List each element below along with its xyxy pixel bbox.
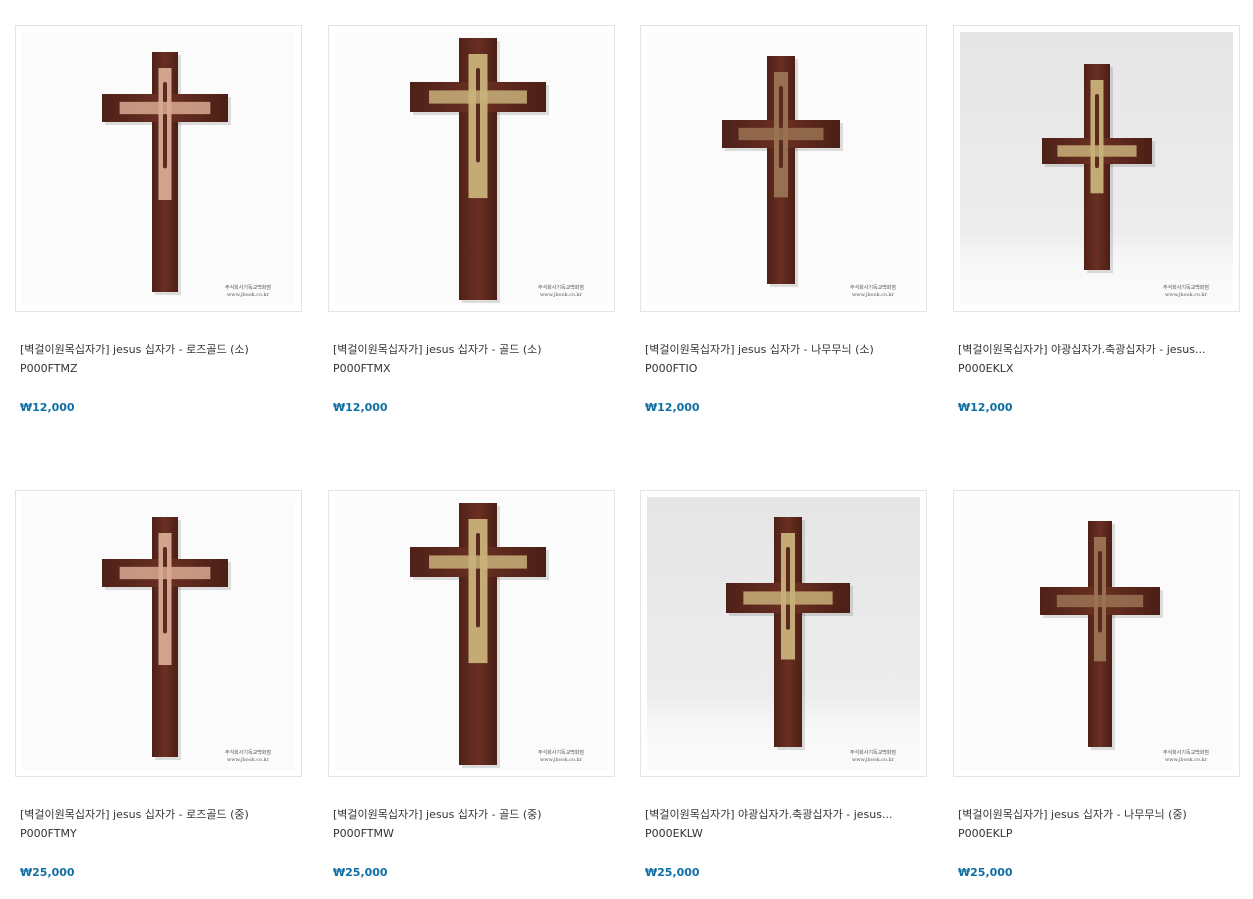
watermark-company: 주식회사기독교백화점 xyxy=(849,285,896,291)
product-thumbnail[interactable]: 주식회사기독교백화점 www.jbook.co.kr xyxy=(640,490,927,777)
product-photo: 주식회사기독교백화점 www.jbook.co.kr xyxy=(22,32,295,305)
product-code: P000FTIO xyxy=(645,362,698,375)
product-name-link[interactable]: [벽걸이원목십자가] jesus 십자가 - 로즈골드 (소) xyxy=(20,341,295,359)
product-thumbnail[interactable]: 주식회사기독교백화점 www.jbook.co.kr xyxy=(953,25,1240,312)
product-photo: 주식회사기독교백화점 www.jbook.co.kr xyxy=(335,32,608,305)
product-price: ₩12,000 xyxy=(645,401,700,414)
product-photo: 주식회사기독교백화점 www.jbook.co.kr xyxy=(960,497,1233,770)
cross-gold-icon xyxy=(410,38,549,303)
watermark-company: 주식회사기독교백화점 xyxy=(537,750,584,756)
product-name-link[interactable]: [벽걸이원목십자가] jesus 십자가 - 골드 (중) xyxy=(333,806,608,824)
product-code: P000EKLW xyxy=(645,827,703,840)
cross-rosegold-icon xyxy=(102,52,231,295)
product-code: P000FTMY xyxy=(20,827,77,840)
watermark-url: www.jbook.co.kr xyxy=(1165,757,1207,763)
watermark-company: 주식회사기독교백화점 xyxy=(224,750,271,756)
cross-glow-icon xyxy=(1042,64,1155,273)
product-thumbnail[interactable]: 주식회사기독교백화점 www.jbook.co.kr xyxy=(328,25,615,312)
cross-wood-icon xyxy=(722,56,843,287)
watermark: 주식회사기독교백화점 www.jbook.co.kr xyxy=(221,285,275,299)
product-photo: 주식회사기독교백화점 www.jbook.co.kr xyxy=(647,497,920,770)
watermark: 주식회사기독교백화점 www.jbook.co.kr xyxy=(534,285,588,299)
product-thumbnail[interactable]: 주식회사기독교백화점 www.jbook.co.kr xyxy=(15,490,302,777)
product-code: P000FTMW xyxy=(333,827,394,840)
product-name-link[interactable]: [벽걸이원목십자가] 야광십자가.축광십자가 - jesus... xyxy=(958,341,1233,359)
product-thumbnail[interactable]: 주식회사기독교백화점 www.jbook.co.kr xyxy=(640,25,927,312)
watermark: 주식회사기독교백화점 www.jbook.co.kr xyxy=(1159,285,1213,299)
watermark-url: www.jbook.co.kr xyxy=(540,757,582,763)
product-code: P000EKLX xyxy=(958,362,1014,375)
watermark-url: www.jbook.co.kr xyxy=(227,292,269,298)
product-name-link[interactable]: [벽걸이원목십자가] jesus 십자가 - 골드 (소) xyxy=(333,341,608,359)
watermark: 주식회사기독교백화점 www.jbook.co.kr xyxy=(846,285,900,299)
product-name-link[interactable]: [벽걸이원목십자가] jesus 십자가 - 로즈골드 (중) xyxy=(20,806,295,824)
watermark-url: www.jbook.co.kr xyxy=(227,757,269,763)
watermark-company: 주식회사기독교백화점 xyxy=(1162,750,1209,756)
product-price: ₩25,000 xyxy=(20,866,75,879)
product-thumbnail[interactable]: 주식회사기독교백화점 www.jbook.co.kr xyxy=(328,490,615,777)
watermark-company: 주식회사기독교백화점 xyxy=(849,750,896,756)
product-name-link[interactable]: [벽걸이원목십자가] jesus 십자가 - 나무무늬 (중) xyxy=(958,806,1233,824)
product-price: ₩25,000 xyxy=(333,866,388,879)
product-price: ₩12,000 xyxy=(20,401,75,414)
product-name-link[interactable]: [벽걸이원목십자가] 야광십자가.축광십자가 - jesus... xyxy=(645,806,920,824)
watermark-url: www.jbook.co.kr xyxy=(852,757,894,763)
watermark-company: 주식회사기독교백화점 xyxy=(537,285,584,291)
product-price: ₩12,000 xyxy=(958,401,1013,414)
product-price: ₩25,000 xyxy=(645,866,700,879)
watermark-url: www.jbook.co.kr xyxy=(852,292,894,298)
watermark-url: www.jbook.co.kr xyxy=(1165,292,1207,298)
product-photo: 주식회사기독교백화점 www.jbook.co.kr xyxy=(960,32,1233,305)
cross-glow-icon xyxy=(726,517,853,750)
watermark-company: 주식회사기독교백화점 xyxy=(224,285,271,291)
product-code: P000EKLP xyxy=(958,827,1013,840)
product-name-link[interactable]: [벽걸이원목십자가] jesus 십자가 - 나무무늬 (소) xyxy=(645,341,920,359)
watermark-company: 주식회사기독교백화점 xyxy=(1162,285,1209,291)
watermark: 주식회사기독교백화점 www.jbook.co.kr xyxy=(1159,750,1213,764)
product-code: P000FTMZ xyxy=(20,362,78,375)
watermark: 주식회사기독교백화점 www.jbook.co.kr xyxy=(221,750,275,764)
product-photo: 주식회사기독교백화점 www.jbook.co.kr xyxy=(335,497,608,770)
product-photo: 주식회사기독교백화점 www.jbook.co.kr xyxy=(647,32,920,305)
product-thumbnail[interactable]: 주식회사기독교백화점 www.jbook.co.kr xyxy=(15,25,302,312)
product-code: P000FTMX xyxy=(333,362,391,375)
watermark-url: www.jbook.co.kr xyxy=(540,292,582,298)
product-price: ₩12,000 xyxy=(333,401,388,414)
product-grid: 주식회사기독교백화점 www.jbook.co.kr [벽걸이원목십자가] jes… xyxy=(0,0,1253,899)
cross-rosegold-icon xyxy=(102,517,231,760)
cross-wood-icon xyxy=(1040,521,1163,750)
watermark: 주식회사기독교백화점 www.jbook.co.kr xyxy=(534,750,588,764)
product-price: ₩25,000 xyxy=(958,866,1013,879)
product-photo: 주식회사기독교백화점 www.jbook.co.kr xyxy=(22,497,295,770)
product-thumbnail[interactable]: 주식회사기독교백화점 www.jbook.co.kr xyxy=(953,490,1240,777)
cross-gold-icon xyxy=(410,503,549,768)
watermark: 주식회사기독교백화점 www.jbook.co.kr xyxy=(846,750,900,764)
